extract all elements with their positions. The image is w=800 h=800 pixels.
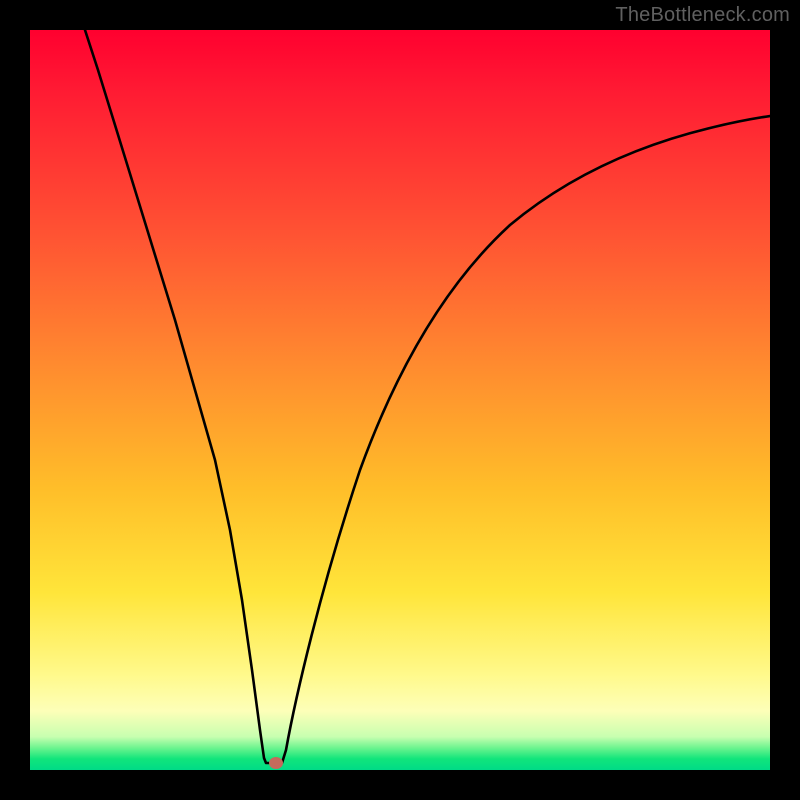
minimum-marker (269, 757, 283, 769)
plot-area (30, 30, 770, 770)
curve-path (85, 30, 770, 763)
bottleneck-curve (30, 30, 770, 770)
watermark-text: TheBottleneck.com (615, 4, 790, 27)
chart-stage: TheBottleneck.com (0, 0, 800, 800)
